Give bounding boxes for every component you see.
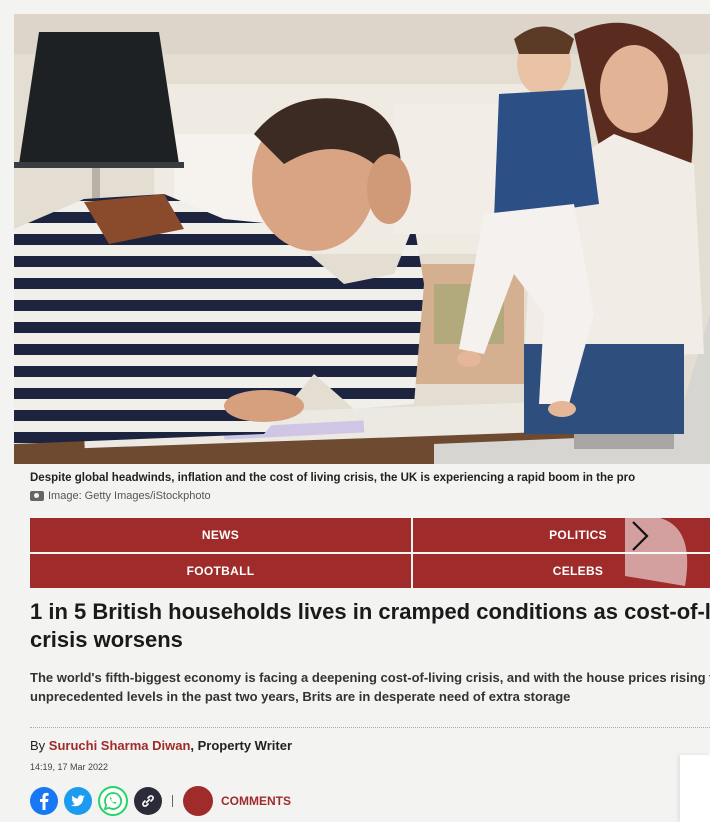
article-headline: 1 in 5 British households lives in cramp… xyxy=(30,599,710,652)
hero-image xyxy=(14,14,710,464)
image-caption: Despite global headwinds, inflation and … xyxy=(30,472,636,484)
nav-item-football[interactable]: FOOTBALL xyxy=(30,554,411,588)
twitter-icon[interactable] xyxy=(64,787,92,815)
camera-icon xyxy=(30,491,44,501)
article-summary: The world's fifth-biggest economy is fac… xyxy=(30,670,710,704)
section-nav: NEWS POLITICS FOOTBALL CELEBS xyxy=(30,518,710,588)
share-bar: COMMENTS xyxy=(30,786,291,816)
nav-item-news[interactable]: NEWS xyxy=(30,518,411,552)
link-icon[interactable] xyxy=(134,787,162,815)
whatsapp-icon[interactable] xyxy=(98,786,128,816)
chevron-right-icon[interactable] xyxy=(625,518,695,586)
author-role: , Property Writer xyxy=(190,738,293,753)
comments-link[interactable]: COMMENTS xyxy=(221,794,291,808)
side-panel-edge xyxy=(680,755,710,822)
share-separator xyxy=(172,795,173,807)
byline: By Suruchi Sharma Diwan, Property Writer xyxy=(30,738,292,753)
facebook-icon[interactable] xyxy=(30,787,58,815)
article-page: Despite global headwinds, inflation and … xyxy=(0,0,710,822)
divider xyxy=(30,727,710,728)
comment-bubble-icon[interactable] xyxy=(183,786,213,816)
publish-date: 14:19, 17 Mar 2022 xyxy=(30,762,109,772)
image-credit: Image: Getty Images/iStockphoto xyxy=(30,490,211,502)
author-link[interactable]: Suruchi Sharma Diwan xyxy=(49,738,191,753)
byline-prefix: By xyxy=(30,738,49,753)
image-credit-text: Image: Getty Images/iStockphoto xyxy=(48,490,211,502)
